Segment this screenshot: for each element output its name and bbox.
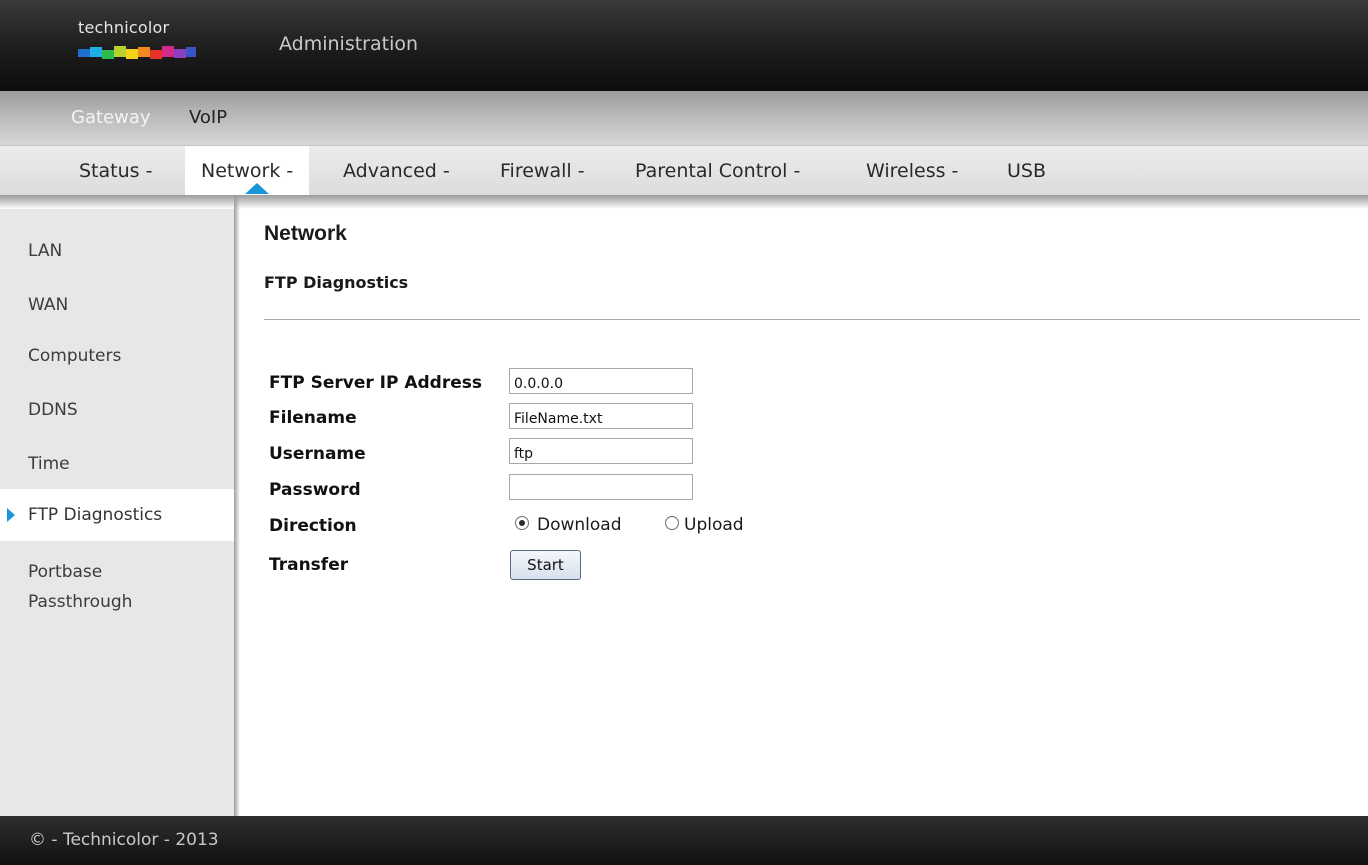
username-input[interactable] [509, 438, 693, 464]
sidebar: LAN WAN Computers DDNS Time FTP Diagnost… [0, 209, 234, 816]
password-label: Password [269, 480, 361, 500]
download-radio-label[interactable]: Download [537, 515, 622, 535]
secondary-nav: Status - Network - Advanced - Firewall -… [0, 145, 1368, 196]
sidebar-item-label-line2: Passthrough [28, 592, 133, 612]
sidebar-item-portbase-passthrough[interactable]: Portbase Passthrough [0, 557, 234, 617]
tab-usb[interactable]: USB [1007, 146, 1046, 196]
footer: © - Technicolor - 2013 [0, 816, 1368, 865]
section-title: FTP Diagnostics [264, 273, 409, 292]
app-title: Administration [279, 33, 419, 55]
divider [264, 319, 1360, 320]
primary-nav: Gateway VoIP [0, 91, 1368, 145]
tab-advanced[interactable]: Advanced - [343, 146, 450, 196]
logo-color-bars-icon [78, 46, 196, 59]
nav-shadow [0, 195, 1368, 209]
sidebar-item-label: Portbase [28, 562, 103, 582]
upload-radio-label[interactable]: Upload [684, 515, 744, 535]
nav-voip[interactable]: VoIP [189, 107, 227, 128]
radio-selected-dot [519, 520, 525, 526]
page-title: Network [264, 222, 347, 245]
nav-gateway[interactable]: Gateway [71, 107, 151, 128]
tab-firewall[interactable]: Firewall - [500, 146, 585, 196]
technicolor-logo: technicolor [78, 18, 198, 68]
filename-input[interactable] [509, 403, 693, 429]
active-arrow-icon [7, 508, 15, 522]
filename-label: Filename [269, 408, 357, 428]
copyright-text: © - Technicolor - 2013 [29, 830, 219, 850]
sidebar-item-ddns[interactable]: DDNS [0, 400, 234, 420]
sidebar-item-ftp-diagnostics[interactable]: FTP Diagnostics [0, 489, 234, 541]
sidebar-item-wan[interactable]: WAN [0, 295, 234, 315]
upload-radio[interactable] [665, 516, 679, 530]
transfer-label: Transfer [269, 555, 349, 575]
direction-label: Direction [269, 516, 357, 536]
top-header: technicolor Administration [0, 0, 1368, 91]
active-tab-caret-icon [245, 183, 269, 194]
logo-text: technicolor [78, 18, 170, 37]
sidebar-item-label: FTP Diagnostics [28, 505, 163, 525]
start-button[interactable]: Start [510, 550, 581, 580]
server-ip-label: FTP Server IP Address [269, 373, 483, 393]
tab-parental-control[interactable]: Parental Control - [635, 146, 800, 196]
sidebar-shadow [234, 195, 240, 816]
sidebar-item-time[interactable]: Time [0, 454, 234, 474]
sidebar-item-computers[interactable]: Computers [0, 346, 234, 366]
sidebar-item-lan[interactable]: LAN [0, 241, 234, 261]
tab-wireless[interactable]: Wireless - [866, 146, 958, 196]
password-input[interactable] [509, 474, 693, 500]
server-ip-input[interactable] [509, 368, 693, 394]
username-label: Username [269, 444, 366, 464]
tab-status[interactable]: Status - [79, 146, 152, 196]
download-radio[interactable] [515, 516, 529, 530]
